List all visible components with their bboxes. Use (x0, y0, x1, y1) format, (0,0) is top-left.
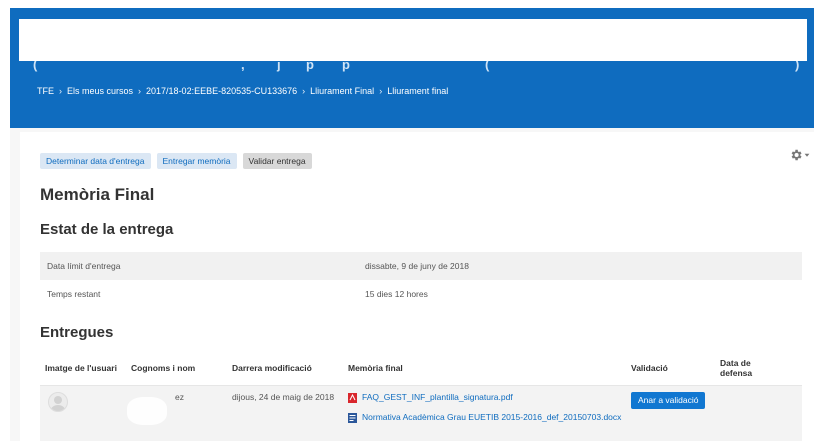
status-label: Data límit d'entrega (47, 261, 121, 271)
file-link-pdf[interactable]: FAQ_GEST_INF_plantilla_signatura.pdf (348, 392, 631, 403)
go-to-validation-button[interactable]: Anar a validació (631, 392, 706, 409)
breadcrumb-my-courses[interactable]: Els meus cursos (67, 86, 133, 96)
avatar[interactable] (48, 392, 68, 412)
table-row: ez dijous, 24 de maig de 2018 FAQ_GEST_I… (40, 386, 802, 441)
course-title-fragments: ( , j p p ( ) (33, 61, 800, 72)
submissions-table: Imatge de l'usuari Cognoms i nom Darrera… (40, 350, 802, 441)
tab-entregar-memoria[interactable]: Entregar memòria (156, 153, 237, 169)
breadcrumb-separator: › (138, 86, 142, 96)
tab-validar-entrega[interactable]: Validar entrega (242, 153, 312, 169)
col-header-final-report: Memòria final (348, 362, 403, 373)
breadcrumb-separator: › (302, 86, 306, 96)
col-header-modified[interactable]: Darrera modificació (232, 363, 348, 373)
defense-date (720, 392, 780, 441)
last-modified: dijous, 24 de maig de 2018 (232, 392, 335, 402)
breadcrumb-tfe[interactable]: TFE (37, 86, 54, 96)
status-label: Temps restant (47, 289, 101, 299)
breadcrumb: TFE › Els meus cursos › 2017/18-02:EEBE-… (37, 84, 448, 98)
settings-menu[interactable] (789, 148, 814, 162)
pdf-icon (348, 393, 357, 403)
file-name: Normativa Acadèmica Grau EUETIB 2015-201… (362, 412, 622, 422)
file-link-docx[interactable]: Normativa Acadèmica Grau EUETIB 2015-201… (348, 412, 631, 423)
word-doc-icon (348, 413, 357, 423)
table-header-row: Imatge de l'usuari Cognoms i nom Darrera… (40, 350, 802, 386)
status-value: dissabte, 9 de juny de 2018 (365, 261, 469, 271)
gear-icon (791, 149, 802, 161)
workflow-tabs: Determinar data d'entrega Entregar memòr… (40, 153, 312, 169)
file-name: FAQ_GEST_INF_plantilla_signatura.pdf (362, 392, 513, 402)
status-row-time-remaining: Temps restant 15 dies 12 hores (40, 280, 802, 308)
page-title: Memòria Final (40, 185, 155, 204)
breadcrumb-section[interactable]: Lliurament Final (310, 86, 374, 96)
col-header-validation: Validació (631, 362, 668, 373)
status-value: 15 dies 12 hores (365, 289, 428, 299)
col-header-name[interactable]: Cognoms i nom (131, 363, 232, 373)
tab-determinar-data[interactable]: Determinar data d'entrega (40, 153, 151, 169)
caret-down-icon (804, 153, 810, 157)
breadcrumb-course[interactable]: 2017/18-02:EEBE-820535-CU133676 (146, 86, 297, 96)
col-header-defense-date: Data de defensa (720, 357, 753, 378)
col-header-user-image: Imatge de l'usuari (45, 362, 117, 373)
breadcrumb-separator: › (379, 86, 383, 96)
submissions-title: Entregues (40, 324, 114, 341)
status-row-deadline: Data límit d'entrega dissabte, 9 de juny… (40, 252, 802, 280)
course-title-area (19, 19, 807, 61)
breadcrumb-current[interactable]: Lliurament final (387, 86, 448, 96)
submission-status-table: Data límit d'entrega dissabte, 9 de juny… (40, 252, 802, 308)
redaction-blur (127, 397, 167, 425)
status-section-title: Estat de la entrega (40, 221, 174, 238)
breadcrumb-separator: › (59, 86, 62, 96)
